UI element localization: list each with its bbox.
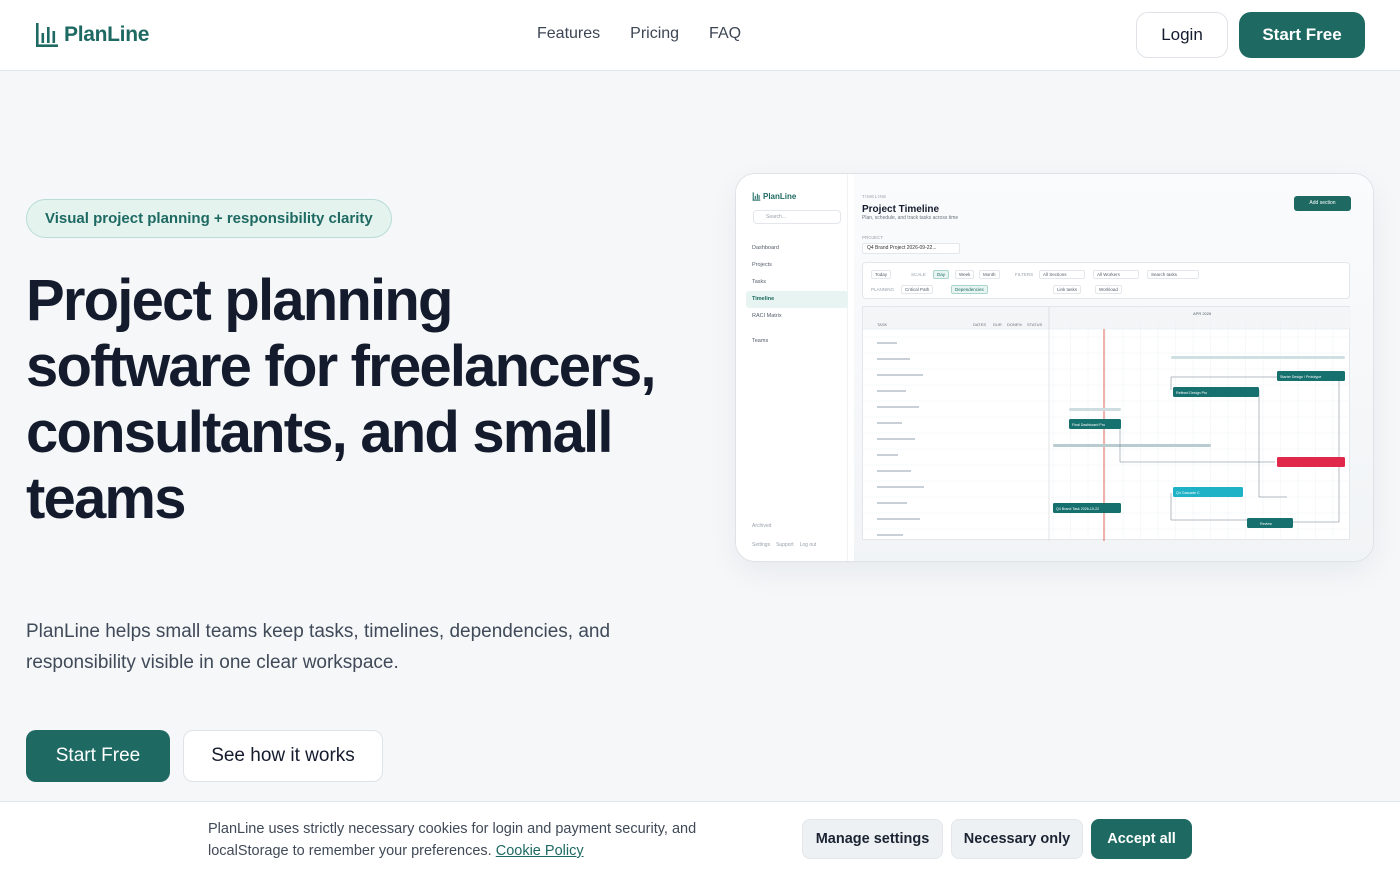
gantt-summary-bar: [1069, 408, 1121, 411]
nav-features-link[interactable]: Features: [537, 25, 600, 43]
gantt-col-status: STATUS: [1027, 322, 1043, 327]
preview-nav-item: Dashboard: [752, 245, 779, 251]
nav-pricing-link[interactable]: Pricing: [630, 25, 679, 43]
preview-main: TIMELINE Project Timeline Plan, schedule…: [854, 174, 1373, 561]
gantt-bar-label: Q4 Brand Task 2026-10-22: [1056, 507, 1099, 511]
preview-logo: PlanLine: [752, 192, 796, 201]
preview-scale-week: Week: [955, 270, 975, 279]
necessary-only-button[interactable]: Necessary only: [951, 819, 1083, 859]
preview-nav: Dashboard Projects Tasks Timeline RACI M…: [746, 240, 848, 350]
hero-title: Project planning software for freelancer…: [26, 268, 657, 531]
preview-project-select: Q4 Brand Project 2026-09-22...: [862, 243, 960, 254]
see-how-it-works-button[interactable]: See how it works: [183, 730, 383, 782]
gantt-task-name-placeholder: [877, 358, 910, 360]
gantt-task-name-placeholder: [877, 374, 923, 376]
gantt-bar-label: Final Dashboard Pro: [1072, 423, 1105, 427]
gantt-dependency: [1293, 377, 1340, 523]
cookie-message: PlanLine uses strictly necessary cookies…: [208, 821, 697, 859]
preview-scale-label: SCALE: [911, 272, 926, 277]
gantt-task-name-placeholder: [877, 534, 903, 536]
gantt-chart-graphic: APR 2026 TASK DATES DUR DONE% STATUS Sta…: [863, 307, 1351, 541]
preview-title: Project Timeline: [862, 204, 940, 215]
main-nav: Features Pricing FAQ: [537, 25, 741, 43]
preview-nav-item: Projects: [752, 262, 772, 268]
preview-nav-item: RACI Matrix: [752, 313, 782, 319]
gantt-summary-bar: [1053, 444, 1211, 447]
cookie-text: PlanLine uses strictly necessary cookies…: [208, 818, 768, 862]
preview-footer-link: Support: [776, 542, 794, 548]
preview-footer-link: Log out: [799, 542, 817, 548]
gantt-bar-label: Refined Design Pro: [1176, 391, 1207, 395]
gantt-task-name-placeholder: [877, 438, 915, 440]
brand-logo[interactable]: PlanLine: [35, 22, 149, 48]
gantt-col-task: TASK: [877, 322, 887, 327]
preview-nav-item: Teams: [752, 338, 769, 344]
gantt-summary-bar: [1171, 356, 1345, 359]
preview-today-button: Today: [871, 270, 892, 279]
preview-link-tasks: Link tasks: [1053, 285, 1082, 294]
preview-filter-search: Search tasks: [1147, 270, 1199, 279]
preview-scale-month: Month: [979, 270, 1000, 279]
site-header: PlanLine Features Pricing FAQ Login Star…: [0, 0, 1400, 71]
bar-chart-icon: [752, 192, 761, 201]
gantt-month-label: APR 2026: [1193, 311, 1212, 316]
gantt-task-name-placeholder: [877, 406, 919, 408]
preview-filter-workers: All Workers: [1093, 270, 1139, 279]
gantt-bar-label: Q4 Cascade C: [1176, 491, 1200, 495]
gantt-task-name-placeholder: [877, 422, 902, 424]
preview-footer-link: Settings: [752, 542, 771, 548]
hero-start-free-button[interactable]: Start Free: [26, 730, 170, 782]
preview-filter-sections: All Sections: [1039, 270, 1085, 279]
app-preview-screenshot: PlanLine Search... Dashboard Projects Ta…: [735, 173, 1374, 562]
cookie-policy-link[interactable]: Cookie Policy: [496, 843, 584, 859]
preview-sidebar: PlanLine Search... Dashboard Projects Ta…: [736, 174, 848, 561]
gantt-col-dur: DUR: [993, 322, 1002, 327]
preview-search-input: Search...: [753, 210, 841, 224]
preview-toolbar: Today SCALE Day Week Month FILTERS All S…: [862, 262, 1350, 299]
preview-nav-item-active: Timeline: [746, 291, 848, 308]
gantt-task-name-placeholder: [877, 502, 907, 504]
preview-nav-item: Tasks: [752, 279, 767, 285]
preview-gantt-grid: APR 2026 TASK DATES DUR DONE% STATUS Sta…: [862, 306, 1351, 541]
hero-badge: Visual project planning + responsibility…: [26, 199, 392, 238]
preview-dependencies: Dependencies: [951, 285, 988, 294]
preview-add-section-button: Add section: [1294, 196, 1351, 211]
manage-settings-button[interactable]: Manage settings: [802, 819, 943, 859]
gantt-task-name-placeholder: [877, 486, 924, 488]
hero-subtitle: PlanLine helps small teams keep tasks, t…: [26, 621, 611, 673]
gantt-bar-label: Review: [1260, 522, 1272, 526]
preview-workload: Workload: [1095, 285, 1122, 294]
accept-all-button[interactable]: Accept all: [1091, 819, 1192, 859]
login-button[interactable]: Login: [1136, 12, 1228, 58]
gantt-task-name-placeholder: [877, 470, 911, 472]
gantt-task-name-placeholder: [877, 454, 898, 456]
gantt-col-done: DONE%: [1007, 322, 1023, 327]
gantt-col-dates: DATES: [973, 322, 986, 327]
gantt-task-name-placeholder: [877, 390, 906, 392]
gantt-task-name-placeholder: [877, 518, 920, 520]
preview-description: Plan, schedule, and track tasks across t…: [862, 215, 959, 221]
preview-sidebar-footer: Settings Support Log out: [752, 542, 816, 548]
gantt-task-name-placeholder: [877, 342, 897, 344]
preview-critical-path: Critical Path: [901, 285, 934, 294]
preview-project-label: PROJECT: [862, 235, 884, 240]
header-start-free-button[interactable]: Start Free: [1239, 12, 1365, 58]
preview-eyebrow: TIMELINE: [862, 194, 887, 199]
gantt-critical-bar: [1277, 457, 1345, 467]
gantt-bar-label: Starter Design / Prototype: [1280, 375, 1321, 379]
bar-chart-icon: [36, 23, 58, 47]
preview-logo-text: PlanLine: [763, 192, 797, 201]
nav-faq-link[interactable]: FAQ: [709, 25, 741, 43]
cookie-banner: PlanLine uses strictly necessary cookies…: [0, 801, 1400, 875]
preview-planning-label: PLANNING: [871, 287, 895, 292]
preview-scale-day: Day: [933, 270, 950, 279]
brand-name: PlanLine: [64, 23, 150, 46]
preview-archived: Archived: [752, 523, 772, 529]
preview-filters-label: FILTERS: [1015, 272, 1034, 277]
gantt-dependency: [1119, 423, 1275, 463]
